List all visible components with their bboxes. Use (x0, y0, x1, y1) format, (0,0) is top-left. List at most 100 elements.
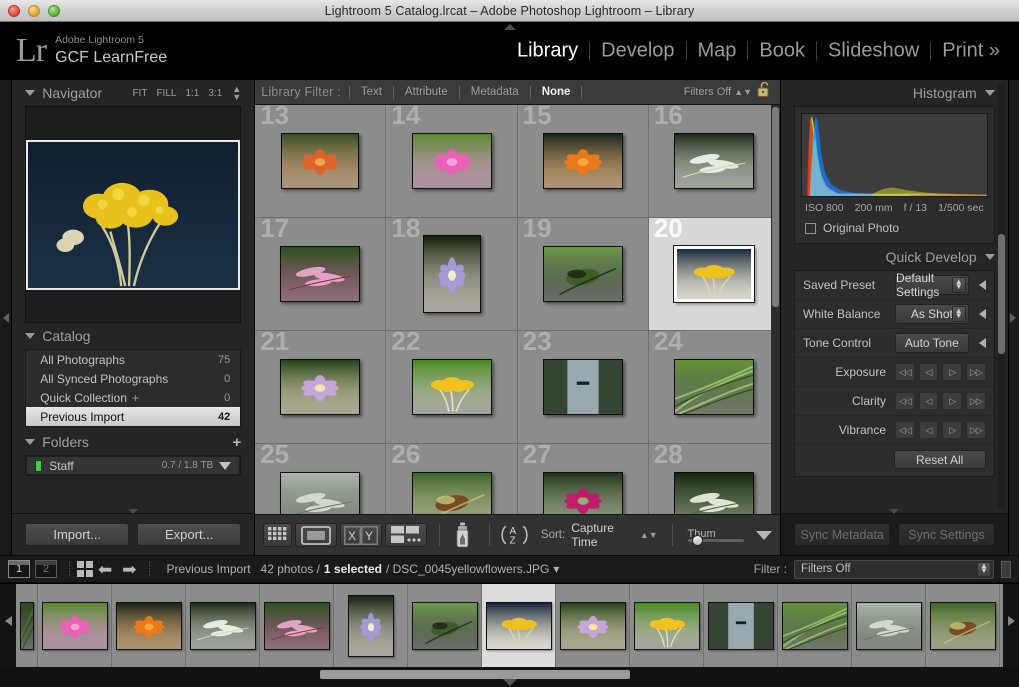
add-folder-plus-icon[interactable]: + (232, 435, 241, 450)
white-balance-stepper-icon[interactable]: ▲▼ (952, 306, 966, 322)
filmstrip-cell[interactable] (778, 584, 852, 667)
module-print[interactable]: Print » (931, 40, 1011, 63)
grid-view-icon[interactable] (263, 523, 291, 547)
padlock-open-icon[interactable] (757, 81, 772, 103)
vibrance-increase-large[interactable]: ▷▷ (966, 421, 986, 439)
exposure-increase-large[interactable]: ▷▷ (966, 363, 986, 381)
grid-cell[interactable]: 24 (649, 331, 780, 444)
screen-2-button[interactable]: 2 (35, 560, 57, 578)
sync-settings-button[interactable]: Sync Settings (898, 523, 994, 546)
grid-thumbnail[interactable] (543, 133, 623, 189)
filmstrip-cell[interactable] (38, 584, 112, 667)
right-panel-scrollbar-knob[interactable] (998, 234, 1005, 354)
grid-thumbnail[interactable] (543, 246, 623, 302)
filmstrip-cell[interactable] (408, 584, 482, 667)
disclosure-triangle-icon[interactable] (985, 254, 995, 260)
reset-all-button[interactable]: Reset All (894, 450, 986, 469)
grid-thumbnail[interactable] (543, 472, 623, 514)
right-panel-collapse-strip[interactable] (1008, 80, 1019, 555)
zoom-fill[interactable]: FILL (156, 88, 176, 99)
auto-tone-button[interactable]: Auto Tone (895, 333, 969, 353)
infobar-filename-chevron-icon[interactable]: ▾ (553, 562, 559, 576)
grid-thumbnail[interactable] (674, 359, 754, 415)
grid-thumbnail[interactable] (674, 246, 754, 302)
filmstrip-prev-button[interactable] (0, 584, 16, 667)
left-panel-resize-handle[interactable] (128, 509, 138, 514)
filter-tab-metadata[interactable]: Metadata (462, 86, 528, 98)
tone-control-reset-arrow-icon[interactable] (979, 338, 986, 348)
grid-icon[interactable] (77, 561, 93, 577)
filmstrip-scrollbar[interactable] (320, 670, 630, 679)
filmstrip-cell[interactable] (482, 584, 556, 667)
folders-header[interactable]: Folders + (25, 429, 241, 455)
filmstrip-thumbnail[interactable] (782, 602, 848, 650)
filmstrip-cell[interactable] (926, 584, 1000, 667)
module-book[interactable]: Book (748, 40, 816, 63)
zoom-fit[interactable]: FIT (132, 88, 147, 99)
thumbnail-size-slider[interactable]: Thum (688, 528, 744, 542)
filmstrip-thumbnail[interactable] (930, 602, 996, 650)
identity-plate[interactable]: Adobe Lightroom 5 GCF LearnFree (55, 34, 167, 67)
zoom-stepper-icon[interactable]: ▲▼ (232, 85, 241, 101)
compare-view-icon[interactable]: X Y (340, 523, 382, 547)
grid-thumbnail[interactable] (412, 133, 492, 189)
filmstrip-thumbnail[interactable] (708, 602, 774, 650)
module-slideshow[interactable]: Slideshow (817, 40, 930, 63)
filter-preset-value[interactable]: Filters Off (684, 86, 731, 98)
filmstrip-cell[interactable] (112, 584, 186, 667)
filmstrip-collapse-chevron-icon[interactable] (503, 679, 517, 686)
import-button[interactable]: Import... (25, 523, 129, 546)
filmstrip-track[interactable] (16, 584, 1003, 667)
clarity-increase-large[interactable]: ▷▷ (966, 392, 986, 410)
filmstrip-thumbnail[interactable] (856, 602, 922, 650)
grid-cell[interactable]: 28 (649, 444, 780, 514)
clarity-decrease-large[interactable]: ◁◁ (895, 392, 915, 410)
topbar-collapse-arrow-icon[interactable] (504, 24, 516, 30)
sort-stepper-icon[interactable]: ▲▼ (640, 530, 658, 540)
chevron-right-icon[interactable] (1010, 313, 1016, 323)
filmstrip-thumbnail[interactable] (264, 602, 330, 650)
catalog-item-all-synced-photographs[interactable]: All Synced Photographs 0 (26, 369, 240, 388)
folder-chevron-down-icon[interactable] (219, 462, 231, 470)
left-panel-collapse-strip[interactable] (0, 80, 12, 555)
clarity-increase-small[interactable]: ▷ (942, 392, 962, 410)
filmstrip-cell[interactable] (16, 584, 38, 667)
zoom-1-1[interactable]: 1:1 (185, 88, 199, 99)
filmstrip-cell[interactable] (186, 584, 260, 667)
grid-cell[interactable]: 27 (518, 444, 649, 514)
grid-thumbnail[interactable] (543, 359, 623, 415)
grid-thumbnail[interactable] (280, 246, 360, 302)
chevron-left-icon[interactable] (3, 313, 9, 323)
infobar-filename[interactable]: / DSC_0045yellowflowers.JPG (386, 562, 549, 576)
spray-can-icon[interactable] (449, 523, 477, 547)
toolbar-chevron-down-icon[interactable] (756, 531, 772, 540)
grid-cell[interactable]: 19 (518, 218, 649, 331)
loupe-view-icon[interactable] (295, 523, 337, 547)
filter-tab-text[interactable]: Text (352, 86, 391, 98)
disclosure-triangle-icon[interactable] (985, 90, 995, 96)
saved-preset-select[interactable]: Default Settings ▲▼ (895, 275, 969, 295)
arrow-left-icon[interactable]: ⬅ (98, 561, 112, 578)
filmstrip-thumbnail[interactable] (486, 602, 552, 650)
filmstrip-thumbnail[interactable] (412, 602, 478, 650)
navigator-preview[interactable] (25, 106, 241, 323)
grid-thumbnail[interactable] (412, 359, 492, 415)
grid-thumbnail[interactable] (423, 235, 481, 313)
grid-cell[interactable]: 17 (255, 218, 386, 331)
filmstrip-thumbnail[interactable] (20, 602, 34, 650)
vibrance-decrease-large[interactable]: ◁◁ (895, 421, 915, 439)
filmstrip-cell[interactable] (556, 584, 630, 667)
exposure-decrease-large[interactable]: ◁◁ (895, 363, 915, 381)
grid-cell[interactable]: 22 (386, 331, 517, 444)
grid-cell[interactable]: 13 (255, 105, 386, 218)
histogram-header[interactable]: Histogram (794, 80, 995, 106)
module-library[interactable]: Library (506, 40, 589, 63)
grid-cell[interactable]: 15 (518, 105, 649, 218)
grid-thumbnail[interactable] (281, 133, 359, 189)
exposure-decrease-small[interactable]: ◁ (919, 363, 939, 381)
module-map[interactable]: Map (687, 40, 748, 63)
thumbnail-slider-knob[interactable] (692, 535, 703, 546)
original-photo-row[interactable]: Original Photo (801, 216, 988, 237)
filmstrip-cell[interactable] (852, 584, 926, 667)
zoom-3-1[interactable]: 3:1 (208, 88, 222, 99)
